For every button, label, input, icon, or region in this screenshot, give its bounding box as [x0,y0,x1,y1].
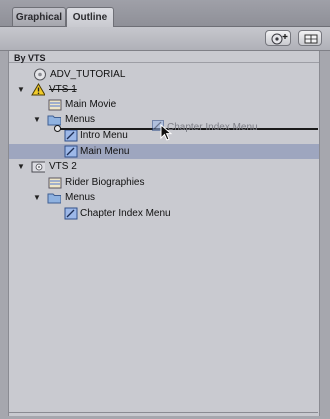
tree-label: Rider Biographies [65,177,145,188]
tree-row-vts2[interactable]: ▼ VTS 2 [9,159,319,174]
warning-icon [31,83,45,96]
disc-add-icon [271,33,288,45]
tree-row-rider-biographies[interactable]: Rider Biographies [9,175,319,190]
tree-label: VTS 2 [49,161,77,172]
view-toggle-icon [304,34,318,44]
folder-icon [47,193,61,204]
track-icon [48,177,62,189]
menu-icon [64,129,78,142]
folder-icon [47,115,61,126]
toolbar [0,27,330,51]
panel-bottom-border [8,412,318,413]
outline-panel: By VTS ADV_TUTORIAL ▼ VTS 1 Main Movie ▼… [8,51,320,416]
menu-icon [64,207,78,220]
tree-row-vts1[interactable]: ▼ VTS 1 [9,82,319,97]
tree-row-chapter-index-menu[interactable]: Chapter Index Menu [9,206,319,221]
tree-label: ADV_TUTORIAL [50,69,126,80]
tab-outline[interactable]: Outline [66,7,114,27]
panel-header: By VTS [9,51,319,63]
tree-label: Main Movie [65,99,117,110]
tree-label: Menus [65,192,96,203]
arrow-cursor-icon [160,124,173,141]
tree-row-main-movie[interactable]: Main Movie [9,97,319,112]
disc-icon [34,68,46,81]
add-button[interactable] [265,30,291,46]
tree-label: Chapter Index Menu [80,208,171,219]
tab-bar: Graphical Outline [0,0,330,27]
disclosure-triangle-icon[interactable]: ▼ [17,82,27,97]
vts-icon [31,161,45,173]
menu-icon [64,145,78,158]
drag-ghost-label: Chapter Index Menu [167,122,258,133]
outline-window: Graphical Outline By VTS ADV_TUTORIAL ▼ … [0,0,330,419]
view-toggle-button[interactable] [298,30,322,46]
tree-label: Main Menu [80,146,130,157]
disclosure-triangle-icon[interactable]: ▼ [33,112,43,127]
tree-row-main-menu[interactable]: Main Menu [9,144,319,159]
tree-label: Menus [65,114,96,125]
track-icon [48,99,62,111]
tree-row-vts2-menus[interactable]: ▼ Menus [9,190,319,205]
drop-indicator-dot [54,125,61,132]
disclosure-triangle-icon[interactable]: ▼ [17,159,27,174]
tab-graphical[interactable]: Graphical [12,7,66,26]
tree-row-disc[interactable]: ADV_TUTORIAL [9,67,319,82]
disclosure-triangle-icon[interactable]: ▼ [33,190,43,205]
tree-label: VTS 1 [49,84,77,95]
tree-label: Intro Menu [80,130,128,141]
